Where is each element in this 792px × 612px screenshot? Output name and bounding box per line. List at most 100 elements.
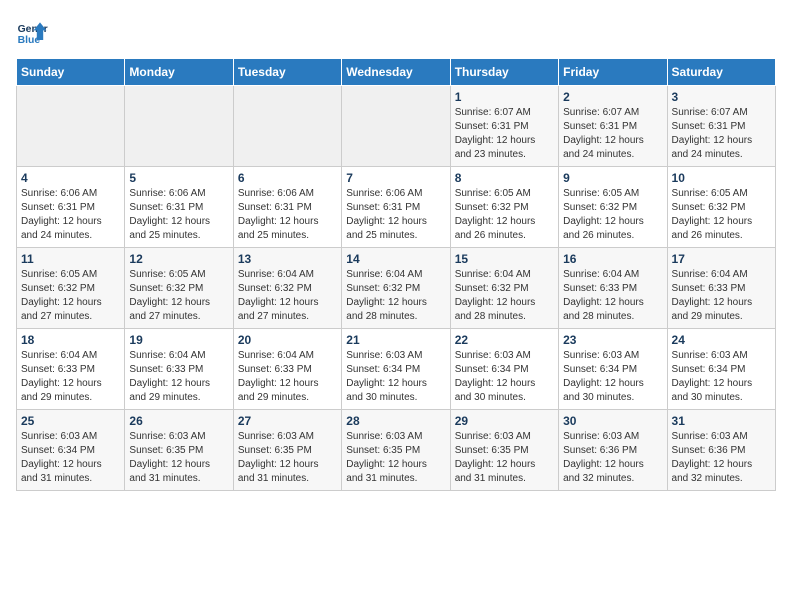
day-info: Sunrise: 6:03 AM Sunset: 6:36 PM Dayligh… [672, 430, 771, 486]
calendar-cell: 7Sunrise: 6:06 AM Sunset: 6:31 PM Daylig… [342, 167, 450, 248]
calendar-header-row: SundayMondayTuesdayWednesdayThursdayFrid… [17, 59, 776, 86]
day-info: Sunrise: 6:04 AM Sunset: 6:33 PM Dayligh… [238, 349, 337, 405]
day-number: 31 [672, 414, 771, 428]
day-info: Sunrise: 6:07 AM Sunset: 6:31 PM Dayligh… [672, 106, 771, 162]
day-info: Sunrise: 6:03 AM Sunset: 6:34 PM Dayligh… [563, 349, 662, 405]
day-number: 14 [346, 252, 445, 266]
calendar-cell [17, 86, 125, 167]
calendar-cell: 10 Sunrise: 6:05 AM Sunset: 6:32 PM Dayli… [667, 167, 775, 248]
day-info: Sunrise: 6:05 AM Sunset: 6:32 PM Dayligh… [21, 268, 120, 324]
calendar-cell: 28 Sunrise: 6:03 AM Sunset: 6:35 PM Dayli… [342, 410, 450, 491]
day-info: Sunrise: 6:03 AM Sunset: 6:35 PM Dayligh… [455, 430, 554, 486]
calendar-cell: 12 Sunrise: 6:05 AM Sunset: 6:32 PM Dayli… [125, 248, 233, 329]
calendar-cell: 14 Sunrise: 6:04 AM Sunset: 6:32 PM Dayli… [342, 248, 450, 329]
day-info: Sunrise: 6:03 AM Sunset: 6:36 PM Dayligh… [563, 430, 662, 486]
calendar-cell: 5 Sunrise: 6:06 AM Sunset: 6:31 PM Daylig… [125, 167, 233, 248]
day-number: 29 [455, 414, 554, 428]
day-number: 5 [129, 171, 228, 185]
column-header-sunday: Sunday [17, 59, 125, 86]
calendar-cell: 4 Sunrise: 6:06 AM Sunset: 6:31 PM Daylig… [17, 167, 125, 248]
calendar-cell: 27 Sunrise: 6:03 AM Sunset: 6:35 PM Dayli… [233, 410, 341, 491]
calendar-cell: 29 Sunrise: 6:03 AM Sunset: 6:35 PM Dayli… [450, 410, 558, 491]
day-number: 4 [21, 171, 120, 185]
column-header-wednesday: Wednesday [342, 59, 450, 86]
calendar-cell: 16 Sunrise: 6:04 AM Sunset: 6:33 PM Dayli… [559, 248, 667, 329]
day-info: Sunrise: 6:04 AM Sunset: 6:32 PM Dayligh… [238, 268, 337, 324]
day-info: Sunrise: 6:04 AM Sunset: 6:32 PM Dayligh… [346, 268, 445, 324]
day-number: 12 [129, 252, 228, 266]
day-info: Sunrise: 6:05 AM Sunset: 6:32 PM Dayligh… [563, 187, 662, 243]
day-number: 2 [563, 90, 662, 104]
calendar-cell: 20 Sunrise: 6:04 AM Sunset: 6:33 PM Dayli… [233, 329, 341, 410]
calendar-cell: 1Sunrise: 6:07 AM Sunset: 6:31 PM Daylig… [450, 86, 558, 167]
calendar-cell: 26 Sunrise: 6:03 AM Sunset: 6:35 PM Dayli… [125, 410, 233, 491]
day-number: 18 [21, 333, 120, 347]
column-header-friday: Friday [559, 59, 667, 86]
day-number: 23 [563, 333, 662, 347]
day-info: Sunrise: 6:03 AM Sunset: 6:35 PM Dayligh… [346, 430, 445, 486]
day-info: Sunrise: 6:04 AM Sunset: 6:33 PM Dayligh… [672, 268, 771, 324]
calendar-cell: 30 Sunrise: 6:03 AM Sunset: 6:36 PM Dayli… [559, 410, 667, 491]
day-number: 25 [21, 414, 120, 428]
calendar-cell: 11 Sunrise: 6:05 AM Sunset: 6:32 PM Dayli… [17, 248, 125, 329]
day-info: Sunrise: 6:06 AM Sunset: 6:31 PM Dayligh… [238, 187, 337, 243]
day-number: 19 [129, 333, 228, 347]
day-info: Sunrise: 6:03 AM Sunset: 6:34 PM Dayligh… [672, 349, 771, 405]
day-number: 28 [346, 414, 445, 428]
day-info: Sunrise: 6:03 AM Sunset: 6:35 PM Dayligh… [238, 430, 337, 486]
calendar-week-1: 1Sunrise: 6:07 AM Sunset: 6:31 PM Daylig… [17, 86, 776, 167]
day-number: 6 [238, 171, 337, 185]
day-info: Sunrise: 6:03 AM Sunset: 6:35 PM Dayligh… [129, 430, 228, 486]
calendar-week-3: 11 Sunrise: 6:05 AM Sunset: 6:32 PM Dayli… [17, 248, 776, 329]
calendar-cell: 9 Sunrise: 6:05 AM Sunset: 6:32 PM Daylig… [559, 167, 667, 248]
column-header-saturday: Saturday [667, 59, 775, 86]
column-header-thursday: Thursday [450, 59, 558, 86]
day-number: 13 [238, 252, 337, 266]
day-info: Sunrise: 6:04 AM Sunset: 6:33 PM Dayligh… [21, 349, 120, 405]
day-number: 10 [672, 171, 771, 185]
calendar-cell: 8 Sunrise: 6:05 AM Sunset: 6:32 PM Daylig… [450, 167, 558, 248]
day-number: 20 [238, 333, 337, 347]
day-number: 9 [563, 171, 662, 185]
day-number: 24 [672, 333, 771, 347]
calendar-cell [125, 86, 233, 167]
day-info: Sunrise: 6:05 AM Sunset: 6:32 PM Dayligh… [455, 187, 554, 243]
calendar-cell: 3 Sunrise: 6:07 AM Sunset: 6:31 PM Daylig… [667, 86, 775, 167]
header: General Blue [16, 16, 776, 48]
calendar-cell: 13 Sunrise: 6:04 AM Sunset: 6:32 PM Dayli… [233, 248, 341, 329]
column-header-monday: Monday [125, 59, 233, 86]
day-number: 7 [346, 171, 445, 185]
day-number: 22 [455, 333, 554, 347]
day-number: 8 [455, 171, 554, 185]
calendar-cell [233, 86, 341, 167]
day-number: 26 [129, 414, 228, 428]
calendar-cell: 31 Sunrise: 6:03 AM Sunset: 6:36 PM Dayli… [667, 410, 775, 491]
day-number: 16 [563, 252, 662, 266]
calendar-cell: 21Sunrise: 6:03 AM Sunset: 6:34 PM Dayli… [342, 329, 450, 410]
day-info: Sunrise: 6:04 AM Sunset: 6:32 PM Dayligh… [455, 268, 554, 324]
calendar-cell: 24 Sunrise: 6:03 AM Sunset: 6:34 PM Dayli… [667, 329, 775, 410]
logo: General Blue [16, 16, 48, 48]
day-info: Sunrise: 6:06 AM Sunset: 6:31 PM Dayligh… [129, 187, 228, 243]
calendar-cell: 6 Sunrise: 6:06 AM Sunset: 6:31 PM Daylig… [233, 167, 341, 248]
day-number: 27 [238, 414, 337, 428]
logo-icon: General Blue [16, 16, 48, 48]
day-number: 17 [672, 252, 771, 266]
calendar-table: SundayMondayTuesdayWednesdayThursdayFrid… [16, 58, 776, 491]
calendar-cell: 19 Sunrise: 6:04 AM Sunset: 6:33 PM Dayli… [125, 329, 233, 410]
day-number: 3 [672, 90, 771, 104]
day-number: 11 [21, 252, 120, 266]
day-info: Sunrise: 6:04 AM Sunset: 6:33 PM Dayligh… [563, 268, 662, 324]
column-header-tuesday: Tuesday [233, 59, 341, 86]
day-info: Sunrise: 6:03 AM Sunset: 6:34 PM Dayligh… [346, 349, 445, 405]
day-number: 30 [563, 414, 662, 428]
day-info: Sunrise: 6:04 AM Sunset: 6:33 PM Dayligh… [129, 349, 228, 405]
day-info: Sunrise: 6:05 AM Sunset: 6:32 PM Dayligh… [672, 187, 771, 243]
calendar-cell: 17 Sunrise: 6:04 AM Sunset: 6:33 PM Dayli… [667, 248, 775, 329]
day-info: Sunrise: 6:06 AM Sunset: 6:31 PM Dayligh… [21, 187, 120, 243]
day-info: Sunrise: 6:03 AM Sunset: 6:34 PM Dayligh… [455, 349, 554, 405]
calendar-week-2: 4 Sunrise: 6:06 AM Sunset: 6:31 PM Daylig… [17, 167, 776, 248]
day-info: Sunrise: 6:07 AM Sunset: 6:31 PM Dayligh… [455, 106, 554, 162]
day-info: Sunrise: 6:05 AM Sunset: 6:32 PM Dayligh… [129, 268, 228, 324]
calendar-cell [342, 86, 450, 167]
